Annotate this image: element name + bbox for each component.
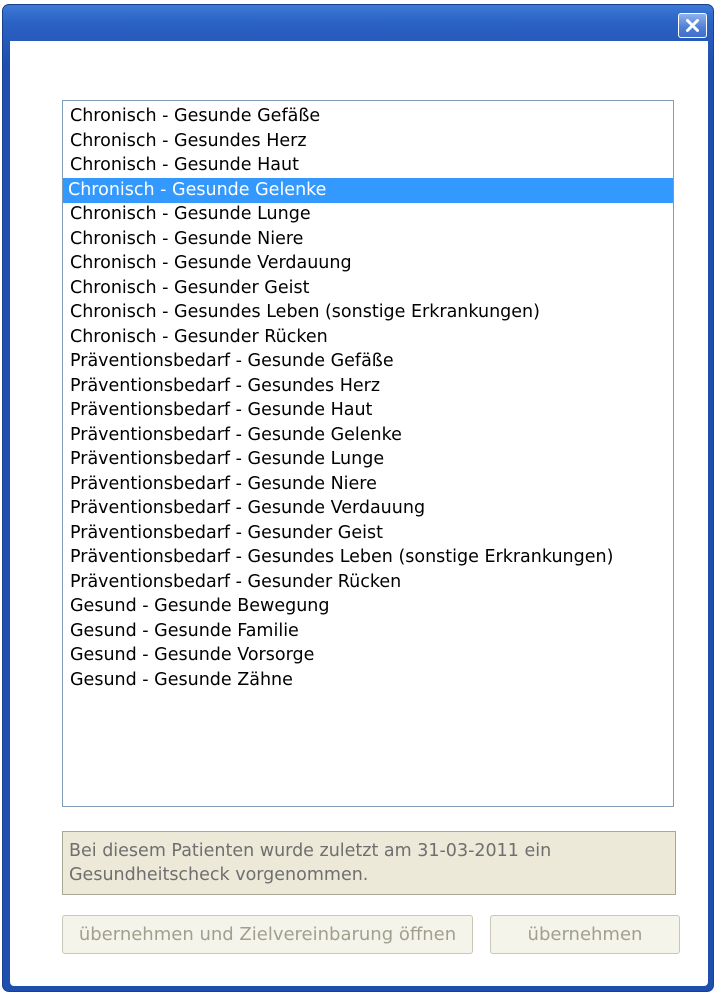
list-item[interactable]: Chronisch - Gesunde Lunge <box>65 202 673 227</box>
list-item[interactable]: Chronisch - Gesunde Niere <box>65 227 673 252</box>
list-item[interactable]: Präventionsbedarf - Gesunder Geist <box>65 521 673 546</box>
dialog-content: Chronisch - Gesunde Gefäße Chronisch - Ge… <box>10 41 708 986</box>
list-item[interactable]: Gesund - Gesunde Vorsorge <box>65 643 673 668</box>
list-item[interactable]: Gesund - Gesunde Familie <box>65 619 673 644</box>
list-item[interactable]: Präventionsbedarf - Gesunde Gelenke <box>65 423 673 448</box>
dialog-window: Chronisch - Gesunde Gefäße Chronisch - Ge… <box>2 4 714 992</box>
list-item[interactable]: Chronisch - Gesunde Gelenke <box>63 177 673 203</box>
info-box: Bei diesem Patienten wurde zuletzt am 31… <box>62 831 676 895</box>
list-item[interactable]: Chronisch - Gesundes Leben (sonstige Erk… <box>65 300 673 325</box>
accept-and-open-goal-agreement-button[interactable]: übernehmen und Zielvereinbarung öffnen <box>62 915 473 954</box>
accept-button[interactable]: übernehmen <box>490 915 680 954</box>
list-item[interactable]: Präventionsbedarf - Gesunder Rücken <box>65 570 673 595</box>
close-icon <box>685 18 700 33</box>
close-button[interactable] <box>678 13 707 38</box>
list-item[interactable]: Chronisch - Gesunde Verdauung <box>65 251 673 276</box>
list-item[interactable]: Chronisch - Gesunde Gefäße <box>65 104 673 129</box>
info-text: Bei diesem Patienten wurde zuletzt am 31… <box>69 841 552 885</box>
list-item[interactable]: Gesund - Gesunde Bewegung <box>65 594 673 619</box>
list-item[interactable]: Präventionsbedarf - Gesunde Verdauung <box>65 496 673 521</box>
list-item[interactable]: Gesund - Gesunde Zähne <box>65 668 673 693</box>
category-listbox[interactable]: Chronisch - Gesunde Gefäße Chronisch - Ge… <box>62 100 674 807</box>
list-item[interactable]: Präventionsbedarf - Gesunde Haut <box>65 398 673 423</box>
title-bar[interactable] <box>3 5 713 41</box>
list-item[interactable]: Präventionsbedarf - Gesundes Herz <box>65 374 673 399</box>
list-item[interactable]: Chronisch - Gesunder Rücken <box>65 325 673 350</box>
list-item[interactable]: Chronisch - Gesunder Geist <box>65 276 673 301</box>
list-item[interactable]: Präventionsbedarf - Gesunde Lunge <box>65 447 673 472</box>
list-item[interactable]: Präventionsbedarf - Gesunde Niere <box>65 472 673 497</box>
list-item[interactable]: Präventionsbedarf - Gesunde Gefäße <box>65 349 673 374</box>
list-item[interactable]: Präventionsbedarf - Gesundes Leben (sons… <box>65 545 673 570</box>
list-item[interactable]: Chronisch - Gesunde Haut <box>65 153 673 178</box>
list-item[interactable]: Chronisch - Gesundes Herz <box>65 129 673 154</box>
